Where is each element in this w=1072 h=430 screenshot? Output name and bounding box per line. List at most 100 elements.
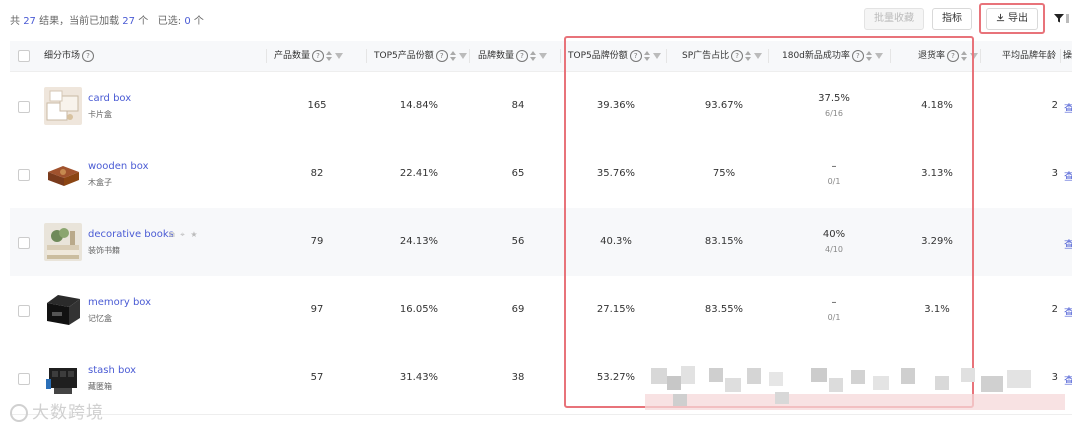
- help-icon[interactable]: ?: [312, 49, 325, 62]
- col-market-label: 细分市场: [44, 51, 81, 61]
- new-success-rate: –: [831, 161, 837, 172]
- batch-favorite-button[interactable]: 批量收藏: [864, 8, 924, 30]
- export-label: 导出: [1008, 13, 1028, 24]
- pin-icon[interactable]: ⌖: [180, 230, 185, 239]
- col-divider: [980, 49, 981, 63]
- view-link[interactable]: 查: [1064, 304, 1072, 319]
- selected-label: 已选:: [157, 16, 182, 27]
- market-name-link[interactable]: card box: [88, 93, 131, 104]
- help-icon[interactable]: ?: [516, 49, 529, 62]
- help-icon[interactable]: ?: [731, 49, 744, 62]
- sort-icon[interactable]: [449, 50, 456, 61]
- summary-unit: 个: [138, 16, 149, 27]
- selected-unit: 个: [193, 16, 204, 27]
- col-brand-count[interactable]: 品牌数量?: [478, 41, 548, 71]
- filter-icon[interactable]: [335, 52, 344, 59]
- product-thumbnail[interactable]: [44, 223, 82, 261]
- return-rate: 3.29%: [921, 236, 953, 247]
- view-link[interactable]: 查: [1064, 236, 1072, 251]
- star-icon[interactable]: ★: [190, 230, 197, 239]
- help-icon[interactable]: ?: [947, 49, 960, 62]
- product-thumbnail[interactable]: [44, 360, 82, 398]
- market-name-cn: 记忆盒: [88, 314, 112, 323]
- filter-label-fragment: [1066, 14, 1069, 23]
- row-checkbox[interactable]: [18, 373, 30, 385]
- col-sp-ad-ratio[interactable]: SP广告占比?: [682, 41, 763, 71]
- col-top5-brand-share-label: TOP5品牌份额: [568, 51, 628, 61]
- table-row[interactable]: memory box 记忆盒 97 16.05% 69 27.15% 83.55…: [10, 276, 1072, 345]
- select-all-checkbox[interactable]: [18, 50, 30, 62]
- filter-icon[interactable]: [1054, 13, 1064, 23]
- col-avg-brand-age-label: 平均品牌年龄: [1002, 51, 1057, 61]
- watermark-logo-icon: [10, 404, 28, 422]
- new-success-detail: 6/16: [825, 109, 843, 118]
- sort-icon[interactable]: [643, 50, 650, 61]
- metrics-button[interactable]: 指标: [932, 8, 972, 30]
- col-action-label: 操: [1063, 51, 1072, 61]
- copy-icon[interactable]: ⧉: [169, 230, 175, 239]
- sp-ad-ratio: 75%: [712, 168, 736, 179]
- col-divider: [366, 49, 367, 63]
- col-new-success-180d-label: 180d新品成功率: [782, 51, 850, 61]
- row-checkbox[interactable]: [18, 305, 30, 317]
- market-name-link[interactable]: memory box: [88, 297, 151, 308]
- col-return-rate[interactable]: 退货率?: [918, 41, 979, 71]
- table-row[interactable]: wooden box 木盒子 82 22.41% 65 35.76% 75% –…: [10, 140, 1072, 209]
- view-link[interactable]: 查: [1064, 100, 1072, 115]
- new-success-detail: 4/10: [825, 245, 843, 254]
- watermark-text: 大数跨境: [32, 403, 104, 423]
- help-icon[interactable]: ?: [82, 49, 95, 62]
- filter-icon[interactable]: [874, 52, 883, 59]
- market-name-link[interactable]: stash box: [88, 365, 136, 376]
- row-checkbox[interactable]: [18, 101, 30, 113]
- filter-icon[interactable]: [539, 52, 548, 59]
- table-row[interactable]: card box 卡片盒 165 14.84% 84 39.36% 93.67%…: [10, 72, 1072, 141]
- product-count: 82: [310, 168, 324, 179]
- summary-middle: 结果，当前已加载: [39, 16, 120, 27]
- product-count: 57: [310, 372, 324, 383]
- filter-icon[interactable]: [754, 52, 763, 59]
- sort-icon[interactable]: [865, 50, 872, 61]
- col-top5-product-share[interactable]: TOP5产品份额?: [374, 41, 467, 71]
- table-row[interactable]: decorative books ⧉ ⌖ ★ 装饰书籍 79 24.13% 56…: [10, 208, 1072, 277]
- help-icon[interactable]: ?: [851, 49, 864, 62]
- new-success-rate: 37.5%: [818, 93, 850, 104]
- product-count: 97: [310, 304, 324, 315]
- market-name-cn: 木盒子: [88, 178, 112, 187]
- top5-brand-share: 27.15%: [596, 304, 636, 315]
- watermark: 大数跨境: [10, 398, 104, 423]
- product-thumbnail[interactable]: [44, 155, 82, 193]
- col-product-count[interactable]: 产品数量?: [274, 41, 344, 71]
- product-thumbnail[interactable]: [44, 291, 82, 329]
- col-top5-brand-share[interactable]: TOP5品牌份额?: [568, 41, 661, 71]
- market-name-link[interactable]: decorative books: [88, 229, 174, 240]
- filter-icon[interactable]: [970, 52, 979, 59]
- row-checkbox[interactable]: [18, 237, 30, 249]
- col-sp-ad-ratio-label: SP广告占比: [682, 51, 730, 61]
- view-link[interactable]: 查: [1064, 372, 1072, 387]
- view-link[interactable]: 查: [1064, 168, 1072, 183]
- col-avg-brand-age[interactable]: 平均品牌年龄: [1002, 41, 1059, 71]
- top5-product-share: 16.05%: [399, 304, 439, 315]
- col-divider: [1060, 49, 1061, 63]
- product-thumbnail[interactable]: [44, 87, 82, 125]
- col-divider: [560, 49, 561, 63]
- market-name-link[interactable]: wooden box: [88, 161, 149, 172]
- sort-icon[interactable]: [326, 50, 333, 61]
- col-divider: [890, 49, 891, 63]
- sort-icon[interactable]: [961, 50, 968, 61]
- help-icon[interactable]: ?: [435, 49, 448, 62]
- sort-icon[interactable]: [745, 50, 752, 61]
- col-product-count-label: 产品数量: [274, 51, 311, 61]
- col-divider: [666, 49, 667, 63]
- total-count: 27: [23, 16, 36, 27]
- filter-icon[interactable]: [458, 52, 467, 59]
- export-button[interactable]: 导出: [986, 8, 1038, 30]
- sort-icon[interactable]: [530, 50, 537, 61]
- col-market[interactable]: 细分市场?: [44, 41, 95, 71]
- help-icon[interactable]: ?: [629, 49, 642, 62]
- filter-icon[interactable]: [652, 52, 661, 59]
- col-new-success-180d[interactable]: 180d新品成功率?: [782, 41, 883, 71]
- top5-product-share: 14.84%: [399, 100, 439, 111]
- row-checkbox[interactable]: [18, 169, 30, 181]
